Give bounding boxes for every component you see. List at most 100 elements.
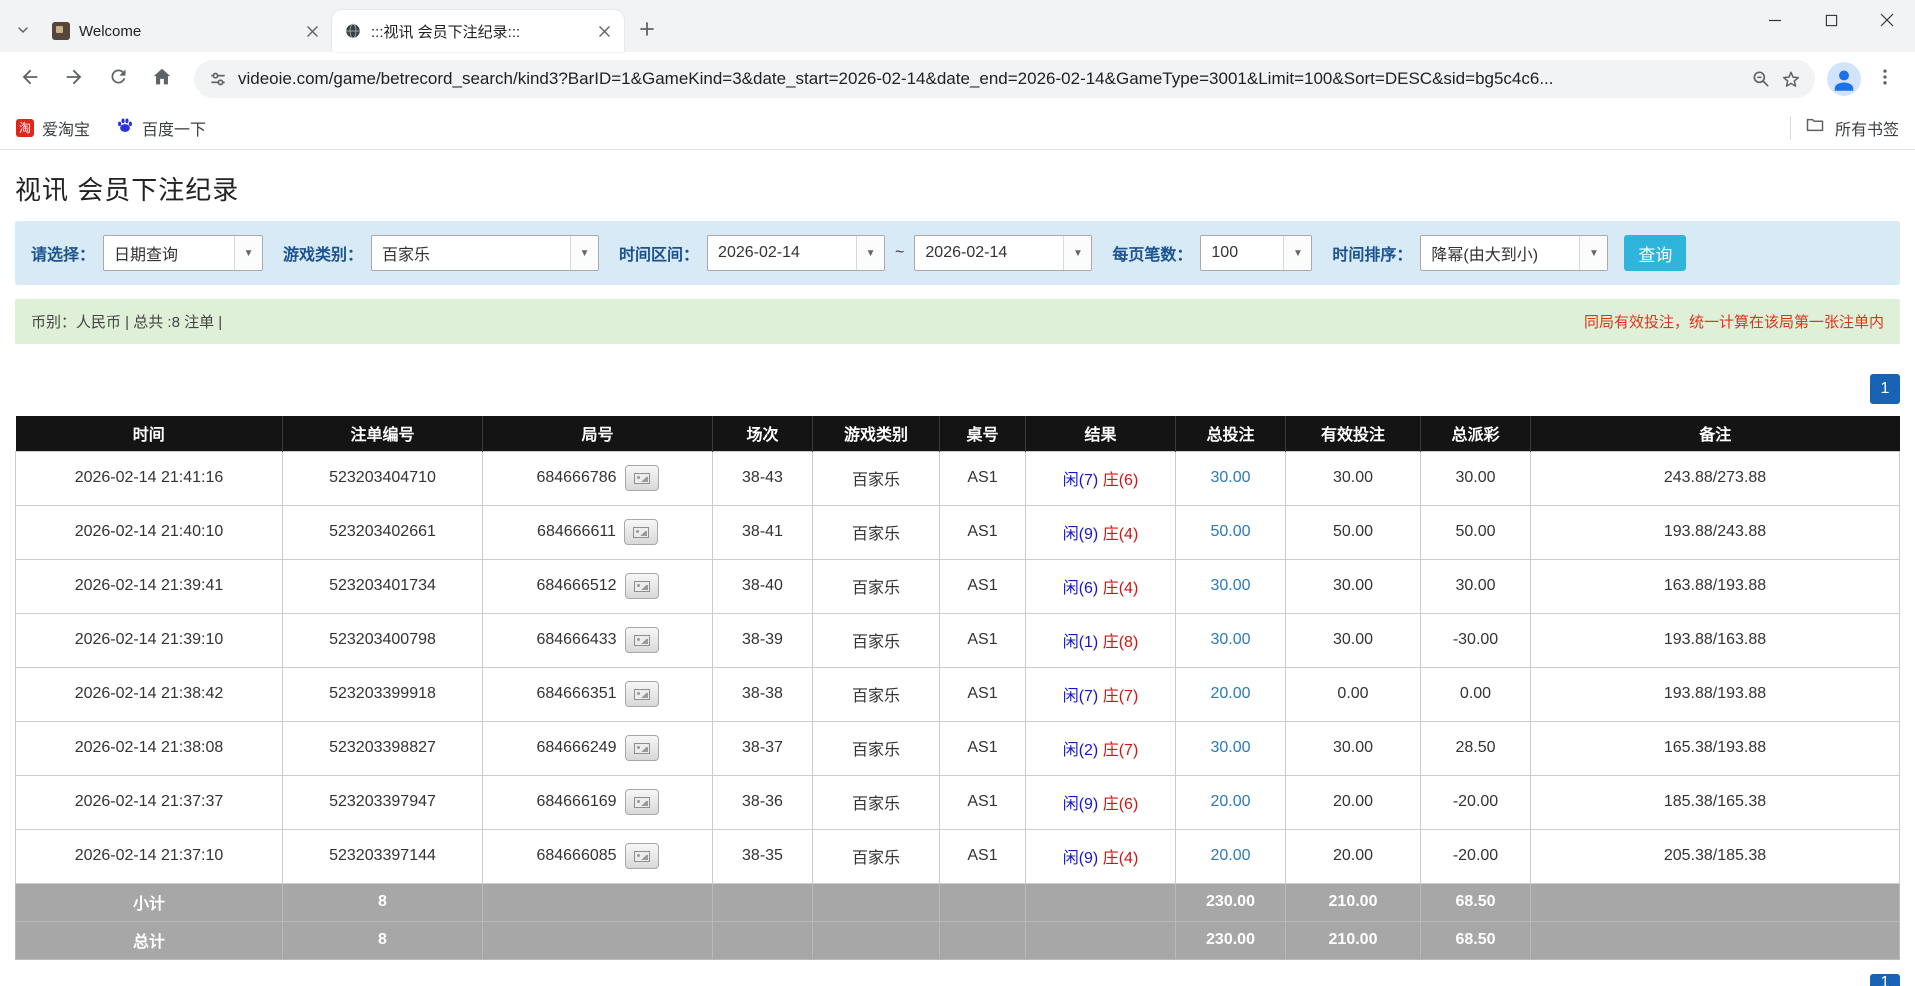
table-row: 2026-02-14 21:38:08 523203398827 6846662… <box>16 721 1900 775</box>
result-player: 闲(7) <box>1063 688 1099 705</box>
query-type-select[interactable]: 日期查询 ▼ <box>103 235 263 271</box>
table-header: 时间 注单编号 局号 场次 游戏类别 桌号 结果 总投注 有效投注 总派彩 备注 <box>16 416 1900 451</box>
minimize-button[interactable] <box>1747 0 1803 40</box>
query-button[interactable]: 查询 <box>1624 235 1686 271</box>
video-replay-button[interactable] <box>625 465 659 491</box>
cell-table-number: AS1 <box>940 613 1026 667</box>
dropdown-arrow-icon: ▼ <box>234 236 262 270</box>
total-bet-link[interactable]: 20.00 <box>1210 793 1250 810</box>
video-replay-button[interactable] <box>625 573 659 599</box>
cell-note: 165.38/193.88 <box>1531 721 1900 775</box>
cell-total-bet: 20.00 <box>1176 667 1286 721</box>
maximize-button[interactable] <box>1803 0 1859 40</box>
query-type-value: 日期查询 <box>104 241 234 265</box>
total-empty-cell <box>1026 921 1176 959</box>
per-page-select[interactable]: 100 ▼ <box>1200 235 1312 271</box>
all-bookmarks-button[interactable]: 所有书签 <box>1790 115 1899 140</box>
cell-round-number: 684666611 <box>483 505 713 559</box>
back-button[interactable] <box>10 59 50 99</box>
table-row: 2026-02-14 21:41:16 523203404710 6846667… <box>16 451 1900 505</box>
table-row: 2026-02-14 21:38:42 523203399918 6846663… <box>16 667 1900 721</box>
video-replay-button[interactable] <box>625 735 659 761</box>
new-tab-button[interactable] <box>630 14 664 48</box>
cell-total-bet: 30.00 <box>1176 559 1286 613</box>
forward-button[interactable] <box>54 59 94 99</box>
total-bet-link[interactable]: 20.00 <box>1210 847 1250 864</box>
subtotal-empty-cell <box>483 883 713 921</box>
total-bet-link[interactable]: 30.00 <box>1210 577 1250 594</box>
result-player: 闲(9) <box>1063 526 1099 543</box>
table-row: 2026-02-14 21:39:10 523203400798 6846664… <box>16 613 1900 667</box>
per-page-value: 100 <box>1201 244 1283 262</box>
total-bet-link[interactable]: 30.00 <box>1210 631 1250 648</box>
refresh-button[interactable] <box>98 59 138 99</box>
browser-tab-betrecord[interactable]: :::视讯 会员下注纪录::: <box>332 10 624 52</box>
cell-valid-bet: 0.00 <box>1286 667 1421 721</box>
cell-total-bet: 20.00 <box>1176 829 1286 883</box>
header-valid-bet: 有效投注 <box>1286 416 1421 451</box>
tab-close-icon[interactable] <box>594 21 614 41</box>
date-range-separator: ~ <box>895 244 904 262</box>
round-number: 684666249 <box>536 739 616 756</box>
cell-result: 闲(1) 庄(8) <box>1026 613 1176 667</box>
browser-menu-button[interactable] <box>1865 59 1905 99</box>
page-1-button-bottom[interactable]: 1 <box>1870 974 1900 986</box>
video-replay-button[interactable] <box>625 681 659 707</box>
dropdown-arrow-icon: ▼ <box>1063 236 1091 270</box>
subtotal-empty-cell <box>1531 883 1900 921</box>
page-content: 视讯 会员下注纪录 请选择： 日期查询 ▼ 游戏类别： 百家乐 ▼ 时间区间： … <box>0 170 1915 960</box>
cell-table-number: AS1 <box>940 667 1026 721</box>
header-time: 时间 <box>16 416 283 451</box>
result-player: 闲(9) <box>1063 796 1099 813</box>
bookmark-baidu[interactable]: 百度一下 <box>116 116 206 140</box>
video-replay-button[interactable] <box>625 843 659 869</box>
cell-game-type: 百家乐 <box>813 829 940 883</box>
bookmark-star-icon[interactable] <box>1781 69 1801 89</box>
video-replay-button[interactable] <box>625 627 659 653</box>
globe-favicon-icon <box>344 22 362 40</box>
video-replay-button[interactable] <box>625 789 659 815</box>
cell-game-type: 百家乐 <box>813 559 940 613</box>
total-bet-link[interactable]: 50.00 <box>1210 523 1250 540</box>
cell-round-number: 684666249 <box>483 721 713 775</box>
cell-session: 38-35 <box>713 829 813 883</box>
date-end-select[interactable]: 2026-02-14 ▼ <box>914 235 1092 271</box>
bookmarks-bar: 淘 爱淘宝 百度一下 所有书签 <box>0 106 1915 150</box>
header-bet-number: 注单编号 <box>283 416 483 451</box>
tab-search-button[interactable] <box>6 12 40 52</box>
total-empty-cell <box>1531 921 1900 959</box>
result-player: 闲(6) <box>1063 580 1099 597</box>
zoom-icon[interactable] <box>1751 69 1771 89</box>
site-settings-icon[interactable] <box>208 69 228 89</box>
cell-valid-bet: 30.00 <box>1286 613 1421 667</box>
browser-tab-welcome[interactable]: Welcome <box>40 10 332 52</box>
sort-order-select[interactable]: 降幂(由大到小) ▼ <box>1420 235 1608 271</box>
cell-result: 闲(9) 庄(4) <box>1026 829 1176 883</box>
tab-close-icon[interactable] <box>302 21 322 41</box>
home-button[interactable] <box>142 59 182 99</box>
bookmark-aitaobao[interactable]: 淘 爱淘宝 <box>16 116 90 140</box>
cell-game-type: 百家乐 <box>813 613 940 667</box>
bookmark-label: 百度一下 <box>142 116 206 140</box>
cell-payout: 28.50 <box>1421 721 1531 775</box>
result-banker: 庄(4) <box>1103 850 1139 867</box>
date-start-select[interactable]: 2026-02-14 ▼ <box>707 235 885 271</box>
cell-total-bet: 50.00 <box>1176 505 1286 559</box>
total-empty-cell <box>940 921 1026 959</box>
video-replay-button[interactable] <box>624 519 658 545</box>
result-player: 闲(2) <box>1063 742 1099 759</box>
profile-avatar[interactable] <box>1827 62 1861 96</box>
video-icon <box>634 689 650 700</box>
address-bar[interactable]: videoie.com/game/betrecord_search/kind3?… <box>194 60 1815 98</box>
page-1-button[interactable]: 1 <box>1870 374 1900 404</box>
home-icon <box>151 66 173 93</box>
game-type-select[interactable]: 百家乐 ▼ <box>371 235 599 271</box>
url-text[interactable]: videoie.com/game/betrecord_search/kind3?… <box>238 69 1741 89</box>
cell-round-number: 684666351 <box>483 667 713 721</box>
total-bet-link[interactable]: 30.00 <box>1210 469 1250 486</box>
result-banker: 庄(4) <box>1103 580 1139 597</box>
cell-note: 193.88/243.88 <box>1531 505 1900 559</box>
total-bet-link[interactable]: 20.00 <box>1210 685 1250 702</box>
total-bet-link[interactable]: 30.00 <box>1210 739 1250 756</box>
close-button[interactable] <box>1859 0 1915 40</box>
